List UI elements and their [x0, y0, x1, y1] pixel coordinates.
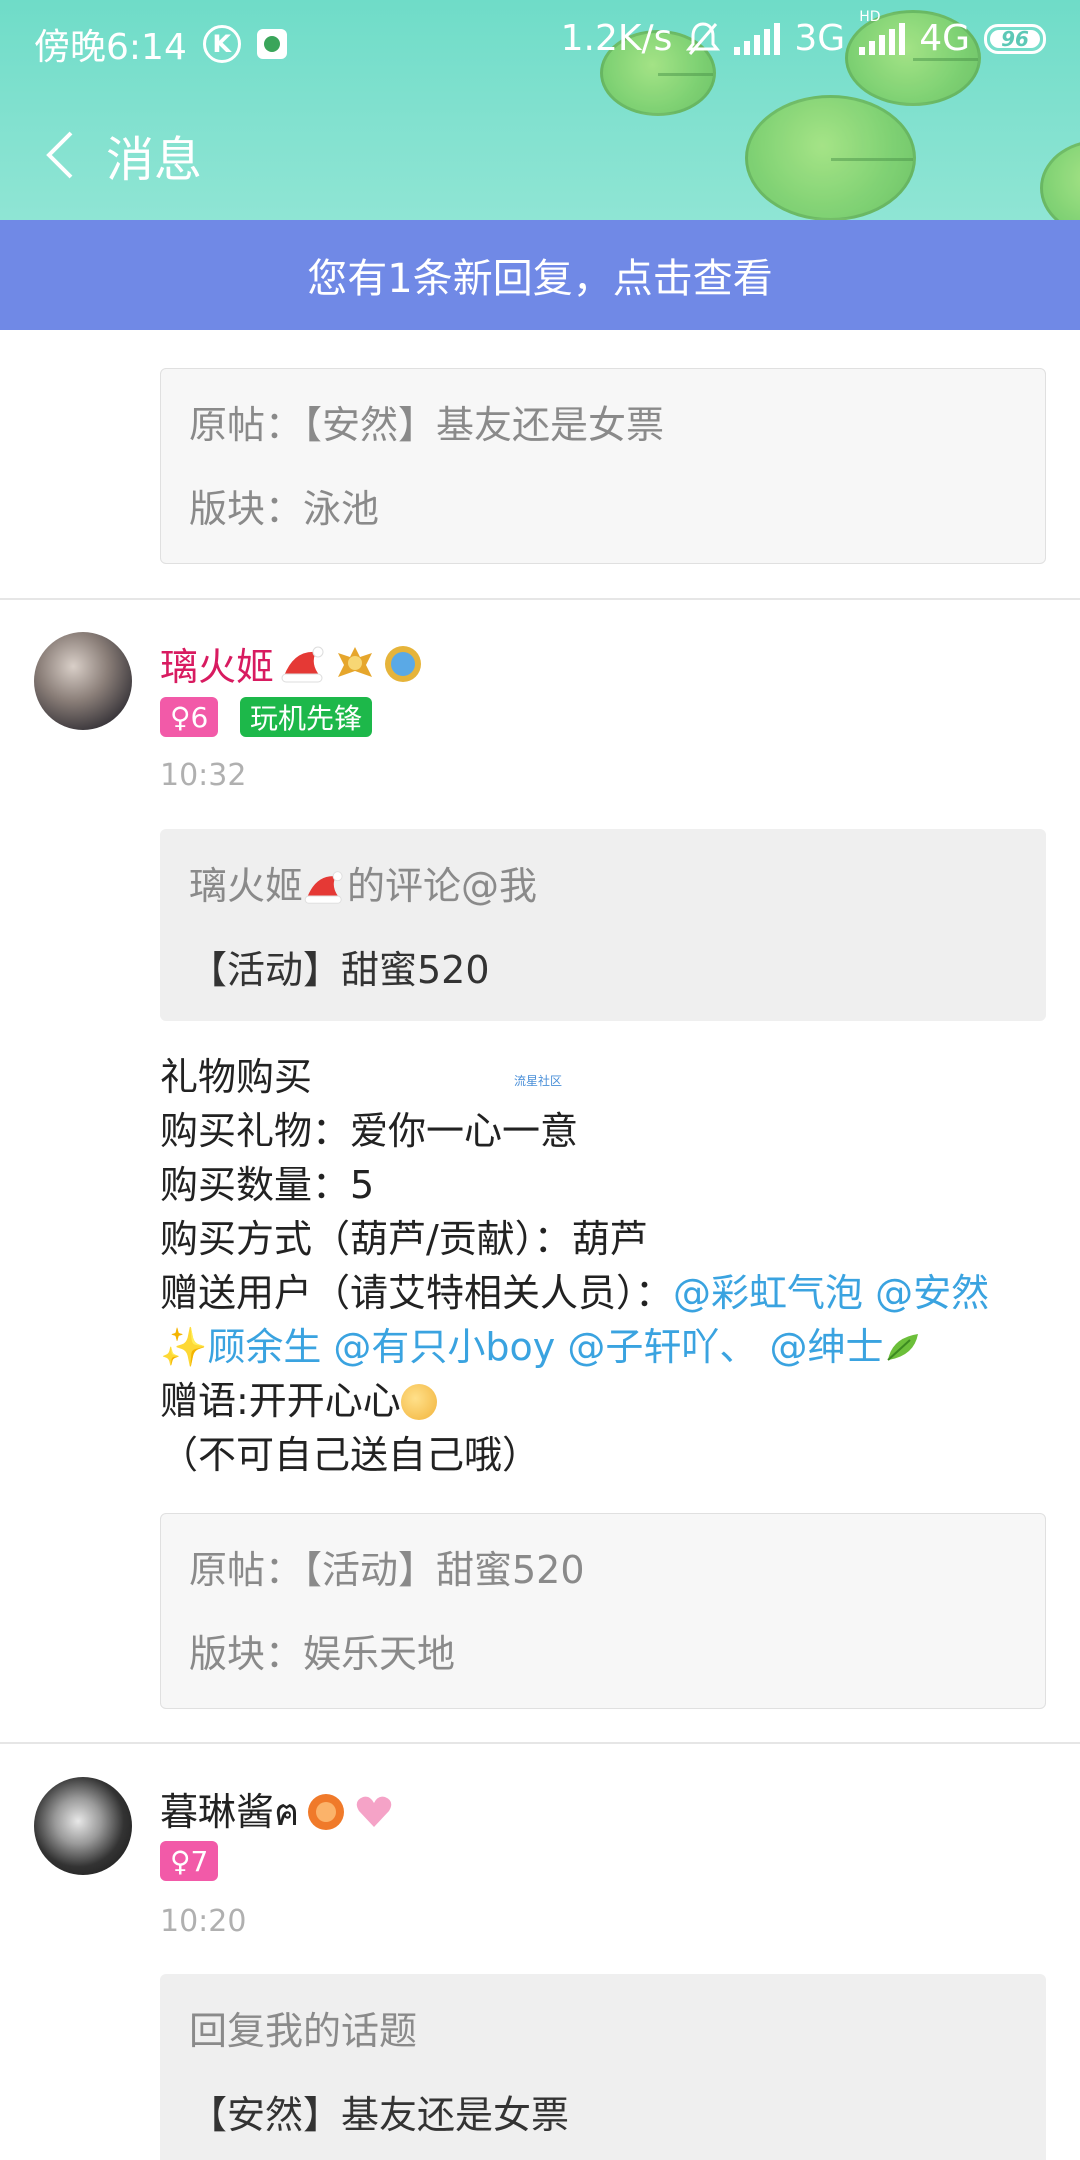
comment-quote-title: 璃火姬 的评论@我	[189, 864, 538, 908]
original-post-board: 版块：娱乐天地	[189, 1632, 456, 1676]
network-speed: 1.2K/s	[560, 18, 673, 59]
heart-badge-icon	[357, 1796, 392, 1827]
original-post-title: 原帖：【活动】甜蜜520	[189, 1548, 585, 1592]
body-line: ✨顾余生 @有只小boy @子轩吖、 @绅士	[160, 1320, 1040, 1374]
status-bar: 傍晚6:14 K 1.2K/s 3G HD 4G 96	[0, 0, 1080, 80]
mention-link[interactable]: @有只小boy	[333, 1325, 555, 1369]
topic-reply-subject: 【安然】基友还是女票	[189, 2093, 570, 2137]
topic-reply-card[interactable]: 回复我的话题 【安然】基友还是女票	[160, 1974, 1046, 2160]
topic-reply-title: 回复我的话题	[189, 2009, 418, 2053]
level-medal-icon	[385, 645, 422, 682]
avatar[interactable]	[34, 1777, 132, 1875]
original-post-board: 版块：泳池	[189, 487, 380, 531]
body-line: 购买数量：5	[160, 1163, 375, 1207]
divider	[0, 598, 1080, 600]
notification-app-icon	[256, 29, 287, 59]
header: 傍晚6:14 K 1.2K/s 3G HD 4G 96 消息	[0, 0, 1080, 220]
body-line: （不可自己送自己哦）	[160, 1433, 541, 1477]
original-post-card[interactable]: 原帖：【安然】基友还是女票 版块：泳池	[160, 368, 1046, 564]
message-time: 10:20	[160, 1904, 247, 1939]
k-app-icon: K	[202, 25, 241, 63]
network-3g-label: 3G	[794, 18, 846, 59]
messages-screen: { "status_bar": { "time": "傍晚6:14", "k_l…	[0, 0, 1080, 2160]
original-post-title: 原帖：【安然】基友还是女票	[189, 403, 665, 447]
body-line: 礼物购买	[160, 1055, 313, 1099]
body-line: 购买礼物：爱你一心一意	[160, 1109, 579, 1153]
battery-icon: 96	[984, 23, 1046, 54]
avatar[interactable]	[34, 632, 132, 730]
mention-link[interactable]: @安然	[875, 1271, 989, 1315]
back-button[interactable]	[40, 125, 80, 185]
page-title: 消息	[106, 132, 203, 188]
title-tag: 玩机先锋	[240, 697, 373, 737]
username: 暮琳酱ฅ	[160, 1790, 300, 1834]
network-4g-label: 4G	[919, 18, 970, 59]
santa-hat-icon	[281, 646, 324, 682]
username: 璃火姬	[160, 645, 275, 689]
bell-muted-icon	[686, 21, 721, 55]
nav-bar: 消息	[0, 110, 1080, 200]
mention-link[interactable]: @子轩吖、	[567, 1325, 757, 1369]
gender-level-tag: ♀6	[160, 697, 219, 737]
message-time: 10:32	[160, 758, 247, 793]
signal-3g-icon	[734, 22, 781, 55]
hd-label: HD	[859, 8, 881, 25]
status-time: 傍晚6:14	[34, 27, 187, 68]
username-row[interactable]: 暮琳酱ฅ	[160, 1781, 395, 1842]
message-body: 礼物购买 购买礼物：爱你一心一意 购买数量：5 购买方式（葫芦/贡献）：葫芦 赠…	[160, 1050, 1040, 1482]
chevron-left-icon	[46, 131, 73, 179]
mention-link[interactable]: @彩虹气泡	[673, 1271, 863, 1315]
body-line: 赠送用户（请艾特相关人员）：@彩虹气泡 @安然	[160, 1271, 990, 1315]
body-line: 购买方式（葫芦/贡献）：葫芦	[160, 1217, 648, 1261]
new-reply-banner[interactable]: 您有1条新回复，点击查看	[0, 220, 1080, 330]
signal-4g-icon: HD	[859, 9, 906, 55]
rank-badge-icon	[338, 646, 373, 677]
divider	[0, 1742, 1080, 1744]
body-line: 赠语:开开心心	[160, 1374, 1040, 1428]
comment-quote-subject: 【活动】甜蜜520	[189, 948, 490, 992]
santa-hat-icon	[304, 871, 343, 904]
mention-link[interactable]: ✨顾余生	[160, 1325, 321, 1369]
original-post-card[interactable]: 原帖：【活动】甜蜜520 版块：娱乐天地	[160, 1513, 1046, 1709]
comment-quote-card[interactable]: 璃火姬 的评论@我 【活动】甜蜜520	[160, 829, 1046, 1021]
username-row[interactable]: 璃火姬	[160, 636, 424, 691]
smile-emoji-icon	[400, 1384, 437, 1420]
level-medal-icon	[308, 1793, 345, 1830]
gender-level-tag: ♀7	[160, 1841, 219, 1881]
mention-link[interactable]: @绅士	[769, 1325, 883, 1369]
leaf-icon	[886, 1334, 918, 1361]
